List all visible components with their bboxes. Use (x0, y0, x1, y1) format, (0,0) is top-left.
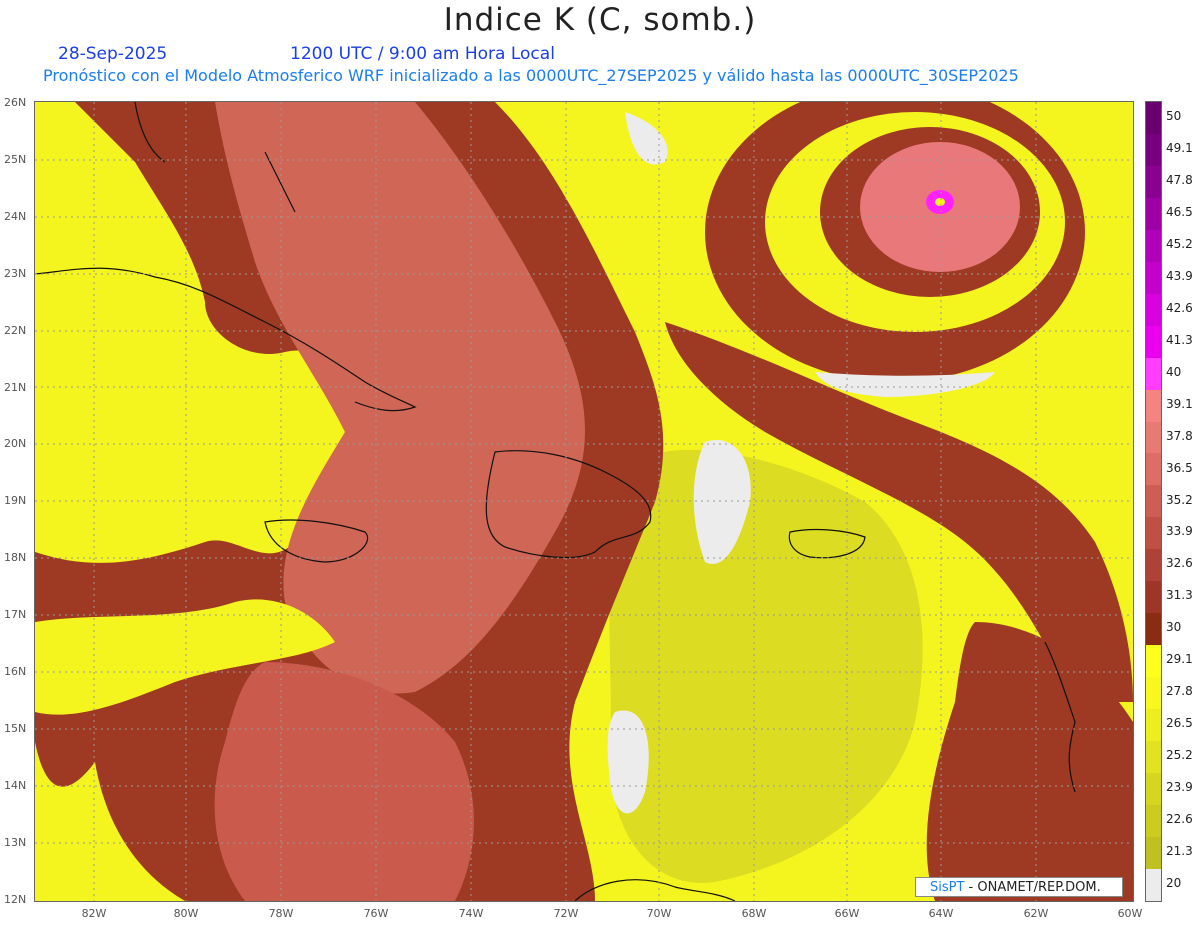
colorbar-swatch (1146, 133, 1161, 166)
k-index-map (34, 101, 1134, 902)
lat-label: 13N (4, 835, 27, 849)
colorbar-swatch (1146, 165, 1161, 198)
valid-time: 1200 UTC / 9:00 am Hora Local (290, 44, 555, 64)
colorbar-label: 29.1 (1166, 652, 1193, 667)
credit-org: - ONAMET/REP.DOM. (964, 880, 1101, 895)
colorbar-swatch (1146, 261, 1161, 294)
colorbar-swatch (1146, 453, 1161, 486)
lat-label: 21N (4, 380, 27, 394)
map-title: Indice K (C, somb.) (443, 2, 757, 38)
colorbar-swatch (1146, 485, 1161, 518)
colorbar-swatch (1146, 357, 1161, 390)
lat-label: 25N (4, 152, 27, 166)
valid-date: 28-Sep-2025 (58, 44, 168, 64)
patch-gray-3 (607, 710, 649, 814)
lon-label: 78W (268, 907, 294, 920)
colorbar-swatch (1146, 197, 1161, 230)
colorbar-label: 30 (1166, 620, 1182, 635)
lat-label: 17N (4, 608, 27, 622)
lon-label: 64W (928, 907, 954, 920)
colorbar-label: 32.6 (1166, 556, 1193, 571)
colorbar-swatch (1146, 581, 1161, 614)
colorbar-label: 33.9 (1166, 524, 1193, 539)
lat-label: 12N (4, 892, 27, 906)
lon-label: 72W (553, 907, 579, 920)
colorbar-swatch (1146, 773, 1161, 805)
lat-label: 22N (4, 323, 27, 337)
colorbar-swatch (1146, 517, 1161, 550)
colorbar-swatch (1146, 645, 1161, 678)
colorbar-label: 39.1 (1166, 396, 1193, 411)
lat-label: 14N (4, 778, 27, 792)
lat-label: 15N (4, 721, 27, 735)
colorbar-swatch (1146, 804, 1161, 837)
lat-label: 18N (4, 551, 27, 565)
colorbar-swatch (1146, 613, 1161, 646)
colorbar-label: 22.6 (1166, 812, 1193, 827)
colorbar-swatch (1146, 325, 1161, 358)
colorbar-label: 25.2 (1166, 748, 1193, 763)
lon-label: 82W (81, 907, 107, 920)
colorbar-label: 41.3 (1166, 332, 1193, 347)
colorbar-label: 26.5 (1166, 716, 1193, 731)
colorbar (1145, 101, 1162, 902)
colorbar-label: 50 (1166, 108, 1182, 123)
map-canvas (35, 102, 1133, 901)
colorbar-swatch (1146, 868, 1161, 901)
forecast-description: Pronóstico con el Modelo Atmosferico WRF… (43, 66, 1019, 85)
colorbar-label: 43.9 (1166, 268, 1193, 283)
colorbar-label: 21.3 (1166, 844, 1193, 859)
colorbar-label: 40 (1166, 364, 1182, 379)
lon-label: 60W (1117, 907, 1143, 920)
colorbar-label: 42.6 (1166, 300, 1193, 315)
colorbar-swatch (1146, 421, 1161, 454)
colorbar-swatch (1146, 549, 1161, 582)
colorbar-swatch (1146, 836, 1161, 869)
colorbar-label: 27.8 (1166, 684, 1193, 699)
lon-label: 70W (646, 907, 672, 920)
colorbar-swatch (1146, 389, 1161, 422)
lon-label: 74W (458, 907, 484, 920)
colorbar-swatch (1146, 293, 1161, 326)
colorbar-label: 47.8 (1166, 172, 1193, 187)
colorbar-swatch (1146, 741, 1161, 774)
lon-label: 68W (741, 907, 767, 920)
lat-label: 20N (4, 437, 27, 451)
lat-label: 24N (4, 209, 27, 223)
lat-label: 23N (4, 266, 27, 280)
colorbar-swatch (1146, 229, 1161, 262)
lat-label: 16N (4, 665, 27, 678)
lon-label: 66W (834, 907, 860, 920)
lon-label: 76W (363, 907, 389, 920)
colorbar-label: 37.8 (1166, 428, 1193, 443)
colorbar-label: 49.1 (1166, 140, 1193, 155)
lat-label: 26N (4, 96, 27, 109)
lon-label: 62W (1023, 907, 1049, 920)
credit-box: SisPT - ONAMET/REP.DOM. (915, 877, 1123, 897)
colorbar-label: 46.5 (1166, 204, 1193, 219)
colorbar-swatch (1146, 102, 1161, 134)
colorbar-swatch (1146, 709, 1161, 742)
colorbar-label: 45.2 (1166, 236, 1193, 251)
colorbar-label: 23.9 (1166, 780, 1193, 795)
colorbar-label: 35.2 (1166, 492, 1193, 507)
colorbar-swatch (1146, 677, 1161, 710)
lat-label: 19N (4, 494, 27, 508)
colorbar-label: 20 (1166, 876, 1182, 891)
lon-label: 80W (173, 907, 199, 920)
credit-brand: SisPT (930, 880, 965, 895)
colorbar-label: 31.3 (1166, 588, 1193, 603)
hurricane-eye-center (935, 198, 945, 206)
colorbar-label: 36.5 (1166, 460, 1193, 475)
